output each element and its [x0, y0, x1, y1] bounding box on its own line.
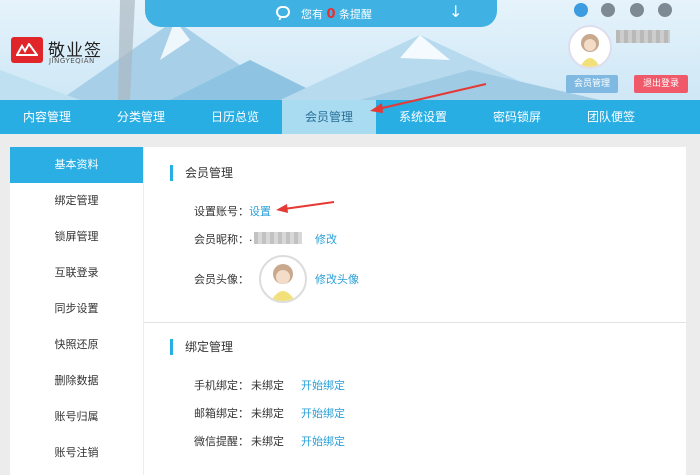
edit-avatar-link[interactable]: 修改头像 — [315, 271, 359, 287]
member-manage-button[interactable]: 会员管理 — [566, 75, 618, 93]
sidebar: 基本资料 绑定管理 锁屏管理 互联登录 同步设置 快照还原 删除数据 账号归属 … — [10, 147, 143, 475]
android-icon[interactable] — [658, 3, 672, 17]
member-section-title: 会员管理 — [170, 165, 233, 181]
sidebar-item-binding[interactable]: 绑定管理 — [10, 183, 143, 219]
windows-icon[interactable] — [601, 3, 615, 17]
nav-item-team[interactable]: 团队便签 — [564, 100, 658, 134]
section-divider — [144, 322, 686, 323]
avatar[interactable] — [568, 25, 612, 69]
apple-icon[interactable] — [630, 3, 644, 17]
bind-section-title: 绑定管理 — [170, 339, 233, 355]
email-bind-status: 未绑定 — [251, 407, 284, 420]
sidebar-item-lockscreen[interactable]: 锁屏管理 — [10, 219, 143, 255]
reminder-count: 0 — [326, 7, 336, 22]
phone-bind-status: 未绑定 — [251, 379, 284, 392]
reminder-text: 您有 0 条提醒 — [301, 7, 373, 22]
sidebar-item-snapshot[interactable]: 快照还原 — [10, 327, 143, 363]
edit-nickname-link[interactable]: 修改 — [315, 231, 337, 247]
nav-item-category[interactable]: 分类管理 — [94, 100, 188, 134]
wechat-bind-label: 微信提醒： — [194, 435, 249, 448]
email-bind-link[interactable]: 开始绑定 — [301, 405, 345, 421]
nickname-label: 会员昵称： — [194, 233, 249, 246]
nav-item-content[interactable]: 内容管理 — [0, 100, 94, 134]
arrow-down-icon[interactable]: ↓ — [449, 3, 462, 21]
wechat-bind-link[interactable]: 开始绑定 — [301, 433, 345, 449]
sidebar-item-account-owner[interactable]: 账号归属 — [10, 399, 143, 435]
logout-button[interactable]: 退出登录 — [634, 75, 688, 93]
sidebar-item-profile[interactable]: 基本资料 — [10, 147, 143, 183]
username-blurred — [616, 30, 670, 43]
phone-bind-label: 手机绑定： — [194, 379, 249, 392]
sidebar-item-delete-data[interactable]: 删除数据 — [10, 363, 143, 399]
main-panel: 会员管理 设置账号： 设置 会员昵称： . 修改 会员头像： 修改头像 绑定管理… — [144, 147, 686, 475]
header: 您有 0 条提醒 ↓ 敬业签 JINGYEQIAN 会员管理 退出登录 — [0, 0, 700, 100]
brand-subtitle: JINGYEQIAN — [49, 57, 95, 65]
member-avatar — [259, 255, 307, 303]
nickname-blurred — [254, 232, 302, 244]
logo-icon — [11, 37, 43, 63]
wechat-bind-status: 未绑定 — [251, 435, 284, 448]
email-bind-label: 邮箱绑定： — [194, 407, 249, 420]
avatar-label: 会员头像： — [194, 273, 249, 286]
sidebar-item-account-cancel[interactable]: 账号注销 — [10, 435, 143, 471]
sidebar-item-sync[interactable]: 同步设置 — [10, 291, 143, 327]
nav-item-calendar[interactable]: 日历总览 — [188, 100, 282, 134]
nickname-value: . — [249, 231, 253, 244]
set-account-link[interactable]: 设置 — [249, 203, 271, 219]
sidebar-item-connect-login[interactable]: 互联登录 — [10, 255, 143, 291]
annotation-arrow — [370, 83, 487, 113]
annotation-arrow-account — [276, 201, 335, 213]
main-nav: 内容管理 分类管理 日历总览 会员管理 系统设置 密码锁屏 团队便签 — [0, 100, 700, 134]
message-icon — [276, 6, 290, 18]
account-label: 设置账号： — [194, 205, 249, 218]
reminder-bar[interactable]: 您有 0 条提醒 ↓ — [145, 0, 497, 27]
phone-bind-link[interactable]: 开始绑定 — [301, 377, 345, 393]
ie-icon[interactable] — [574, 3, 588, 17]
